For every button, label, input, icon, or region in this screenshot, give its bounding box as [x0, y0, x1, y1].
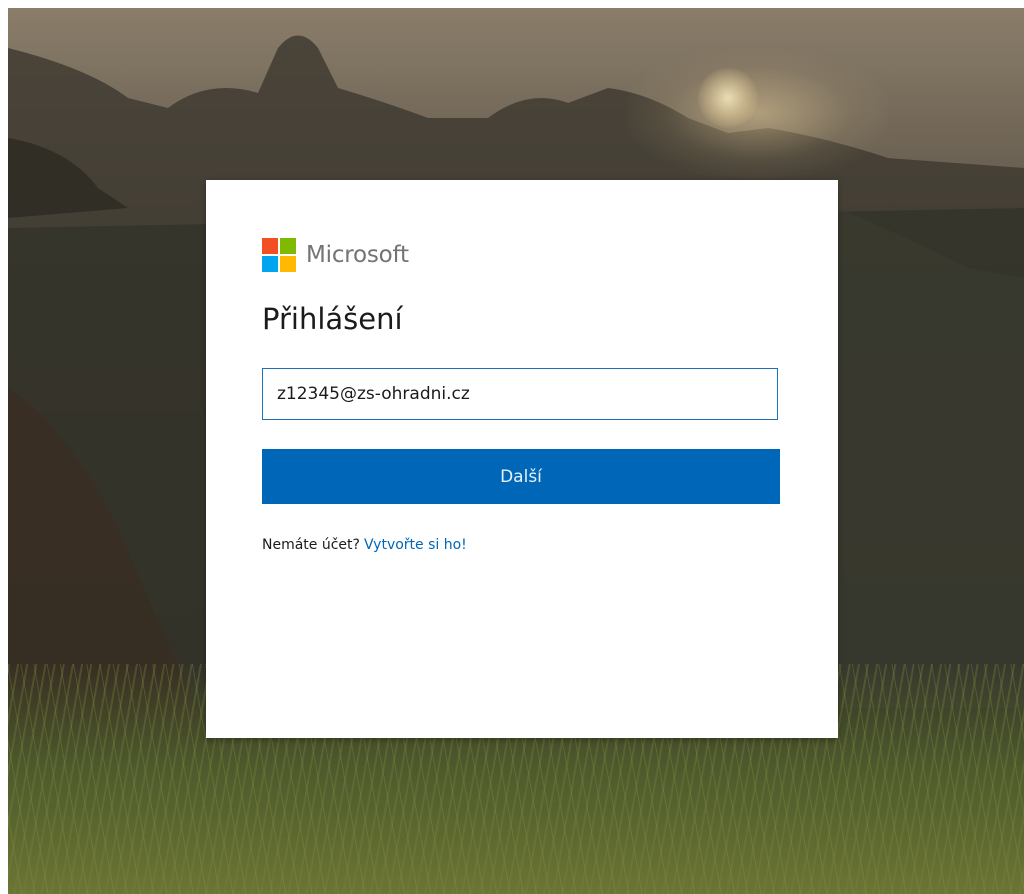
sun	[698, 68, 758, 128]
brand-name: Microsoft	[306, 242, 409, 268]
next-button[interactable]: Další	[262, 449, 780, 504]
signup-prompt: Nemáte účet?	[262, 537, 360, 553]
email-input[interactable]	[277, 369, 757, 419]
logo-square-green	[280, 238, 296, 254]
signup-row: Nemáte účet? Vytvořte si ho!	[262, 537, 467, 553]
page-title: Přihlášení	[262, 302, 403, 336]
microsoft-logo-icon	[262, 238, 296, 272]
logo-square-blue	[262, 256, 278, 272]
logo-square-red	[262, 238, 278, 254]
background-photo: Microsoft Přihlášení Další Nemáte účet?V…	[8, 8, 1024, 894]
email-field[interactable]	[262, 368, 778, 420]
sign-in-card: Microsoft Přihlášení Další Nemáte účet?V…	[206, 180, 838, 738]
sky-glow	[628, 48, 888, 178]
microsoft-logo: Microsoft	[262, 238, 409, 272]
logo-square-yellow	[280, 256, 296, 272]
create-account-link[interactable]: Vytvořte si ho!	[364, 537, 467, 553]
